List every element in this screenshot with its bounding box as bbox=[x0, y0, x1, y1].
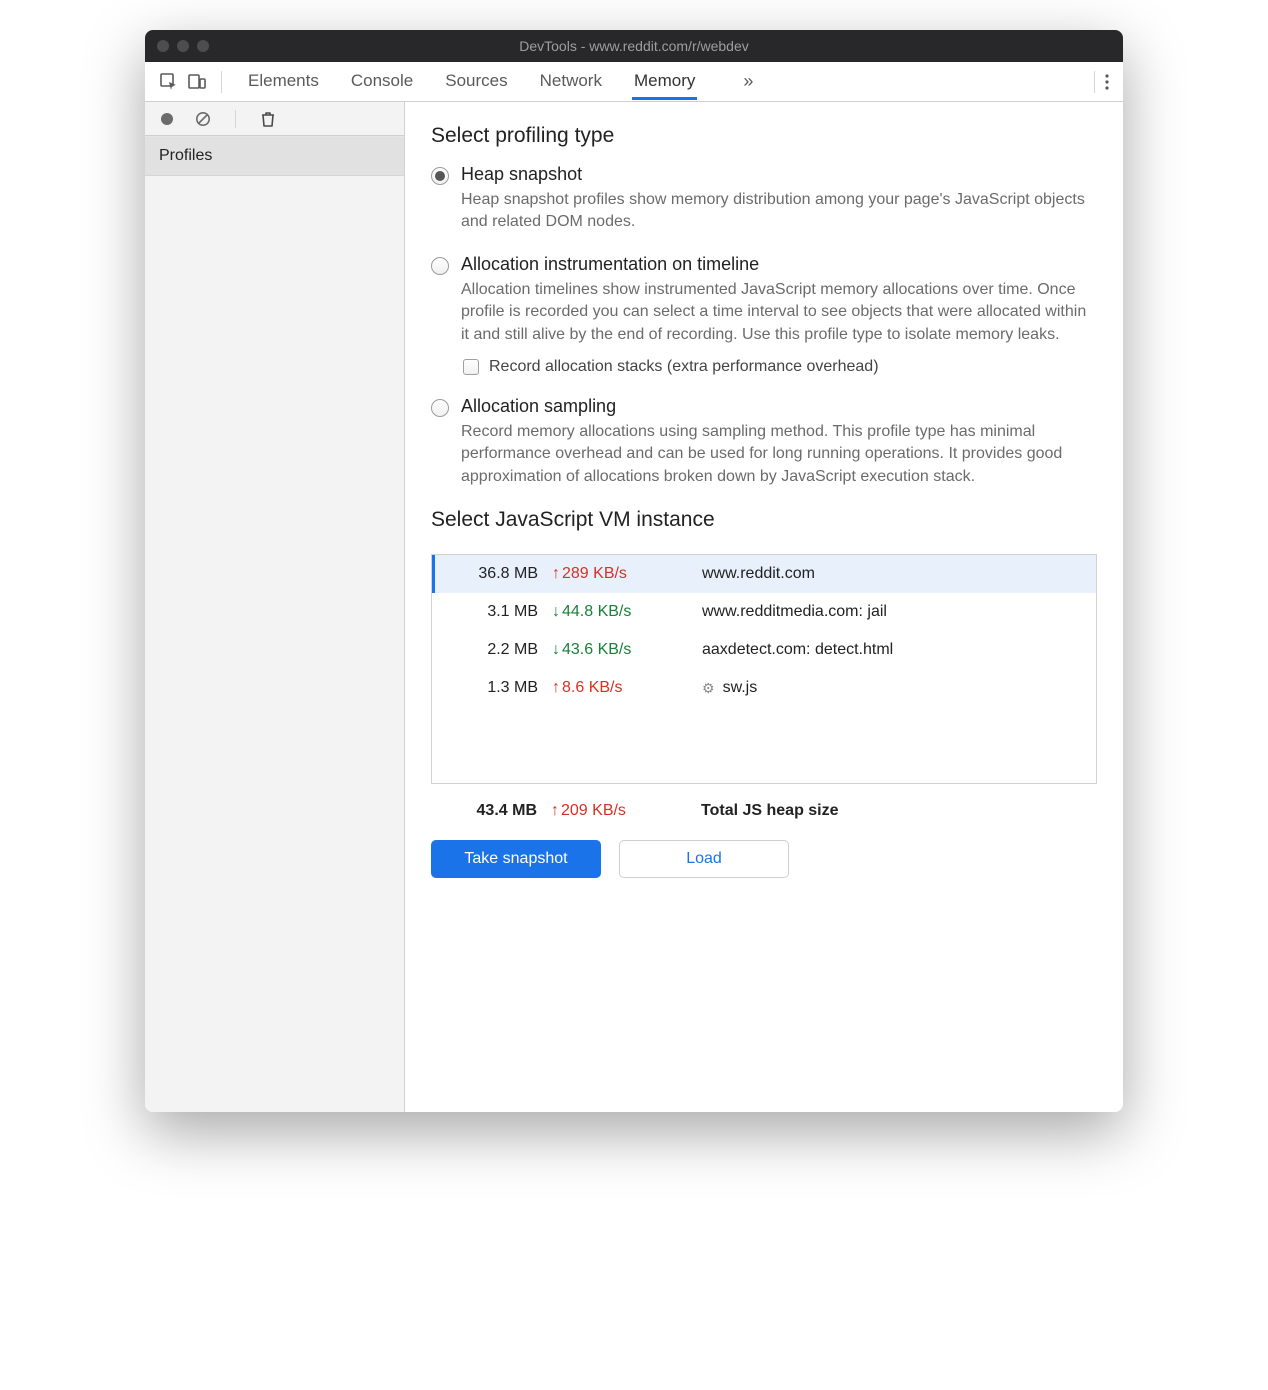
action-buttons: Take snapshot Load bbox=[431, 840, 1097, 878]
vm-size: 1.3 MB bbox=[432, 679, 552, 697]
titlebar: DevTools - www.reddit.com/r/webdev bbox=[145, 30, 1123, 62]
vm-row[interactable]: 36.8 MB ↑289 KB/s www.reddit.com bbox=[432, 555, 1096, 593]
arrow-up-icon: ↑ bbox=[552, 565, 560, 583]
vm-rate: ↓43.6 KB/s bbox=[552, 641, 702, 659]
arrow-up-icon: ↑ bbox=[551, 802, 559, 820]
tab-elements[interactable]: Elements bbox=[246, 63, 321, 100]
total-size: 43.4 MB bbox=[431, 802, 551, 820]
option-title: Allocation sampling bbox=[461, 396, 1097, 417]
traffic-lights bbox=[145, 40, 209, 52]
delete-icon[interactable] bbox=[254, 105, 282, 133]
take-snapshot-button[interactable]: Take snapshot bbox=[431, 840, 601, 878]
vm-table: 36.8 MB ↑289 KB/s www.reddit.com 3.1 MB … bbox=[431, 554, 1097, 784]
devtools-window: DevTools - www.reddit.com/r/webdev Eleme… bbox=[145, 30, 1123, 1112]
tabs: Elements Console Sources Network Memory … bbox=[246, 63, 753, 100]
vm-row[interactable]: 2.2 MB ↓43.6 KB/s aaxdetect.com: detect.… bbox=[432, 631, 1096, 669]
tab-network[interactable]: Network bbox=[538, 63, 604, 100]
profiling-heading: Select profiling type bbox=[431, 124, 1097, 148]
total-rate: ↑209 KB/s bbox=[551, 802, 701, 820]
settings-menu-icon[interactable] bbox=[1094, 71, 1123, 93]
vm-name: aaxdetect.com: detect.html bbox=[702, 641, 1086, 659]
option-allocation-timeline[interactable]: Allocation instrumentation on timeline A… bbox=[431, 254, 1097, 376]
sidebar-toolbar bbox=[145, 102, 404, 136]
option-desc: Record memory allocations using sampling… bbox=[461, 421, 1097, 488]
inspect-element-icon[interactable] bbox=[155, 68, 183, 96]
gear-icon: ⚙ bbox=[702, 680, 715, 697]
tab-sources[interactable]: Sources bbox=[443, 63, 509, 100]
vm-heading: Select JavaScript VM instance bbox=[431, 508, 1097, 532]
device-toolbar-icon[interactable] bbox=[183, 68, 211, 96]
option-desc: Allocation timelines show instrumented J… bbox=[461, 279, 1097, 346]
vm-name: www.redditmedia.com: jail bbox=[702, 603, 1086, 621]
window-title: DevTools - www.reddit.com/r/webdev bbox=[145, 38, 1123, 54]
vm-rate: ↓44.8 KB/s bbox=[552, 603, 702, 621]
content: Profiles Select profiling type Heap snap… bbox=[145, 102, 1123, 1112]
radio-allocation-timeline[interactable] bbox=[431, 257, 449, 275]
load-button[interactable]: Load bbox=[619, 840, 789, 878]
vm-rate: ↑289 KB/s bbox=[552, 565, 702, 583]
arrow-up-icon: ↑ bbox=[552, 679, 560, 697]
radio-heap-snapshot[interactable] bbox=[431, 167, 449, 185]
record-icon[interactable] bbox=[153, 105, 181, 133]
sidebar-item-profiles[interactable]: Profiles bbox=[145, 136, 404, 176]
vm-name: www.reddit.com bbox=[702, 565, 1086, 583]
option-title: Heap snapshot bbox=[461, 164, 1097, 185]
radio-allocation-sampling[interactable] bbox=[431, 399, 449, 417]
option-heap-snapshot[interactable]: Heap snapshot Heap snapshot profiles sho… bbox=[431, 164, 1097, 234]
vm-name: ⚙sw.js bbox=[702, 679, 1086, 697]
vm-row[interactable]: 1.3 MB ↑8.6 KB/s ⚙sw.js bbox=[432, 669, 1096, 707]
divider bbox=[235, 110, 236, 128]
arrow-down-icon: ↓ bbox=[552, 641, 560, 659]
vm-size: 2.2 MB bbox=[432, 641, 552, 659]
vm-size: 36.8 MB bbox=[432, 565, 552, 583]
divider bbox=[221, 71, 222, 93]
minimize-window-icon[interactable] bbox=[177, 40, 189, 52]
option-title: Allocation instrumentation on timeline bbox=[461, 254, 1097, 275]
tabs-bar: Elements Console Sources Network Memory … bbox=[145, 62, 1123, 102]
more-tabs-icon[interactable]: » bbox=[743, 71, 753, 92]
sidebar: Profiles bbox=[145, 102, 405, 1112]
clear-icon[interactable] bbox=[189, 105, 217, 133]
maximize-window-icon[interactable] bbox=[197, 40, 209, 52]
vm-row[interactable]: 3.1 MB ↓44.8 KB/s www.redditmedia.com: j… bbox=[432, 593, 1096, 631]
vm-rate: ↑8.6 KB/s bbox=[552, 679, 702, 697]
tab-console[interactable]: Console bbox=[349, 63, 415, 100]
total-label: Total JS heap size bbox=[701, 802, 1097, 820]
close-window-icon[interactable] bbox=[157, 40, 169, 52]
option-allocation-sampling[interactable]: Allocation sampling Record memory alloca… bbox=[431, 396, 1097, 488]
main-panel: Select profiling type Heap snapshot Heap… bbox=[405, 102, 1123, 1112]
vm-size: 3.1 MB bbox=[432, 603, 552, 621]
arrow-down-icon: ↓ bbox=[552, 603, 560, 621]
record-stacks-checkbox[interactable] bbox=[463, 359, 479, 375]
total-row: 43.4 MB ↑209 KB/s Total JS heap size bbox=[431, 798, 1097, 824]
tab-memory[interactable]: Memory bbox=[632, 63, 697, 100]
record-stacks-row[interactable]: Record allocation stacks (extra performa… bbox=[463, 358, 1097, 376]
option-desc: Heap snapshot profiles show memory distr… bbox=[461, 189, 1097, 234]
record-stacks-label: Record allocation stacks (extra performa… bbox=[489, 358, 879, 376]
